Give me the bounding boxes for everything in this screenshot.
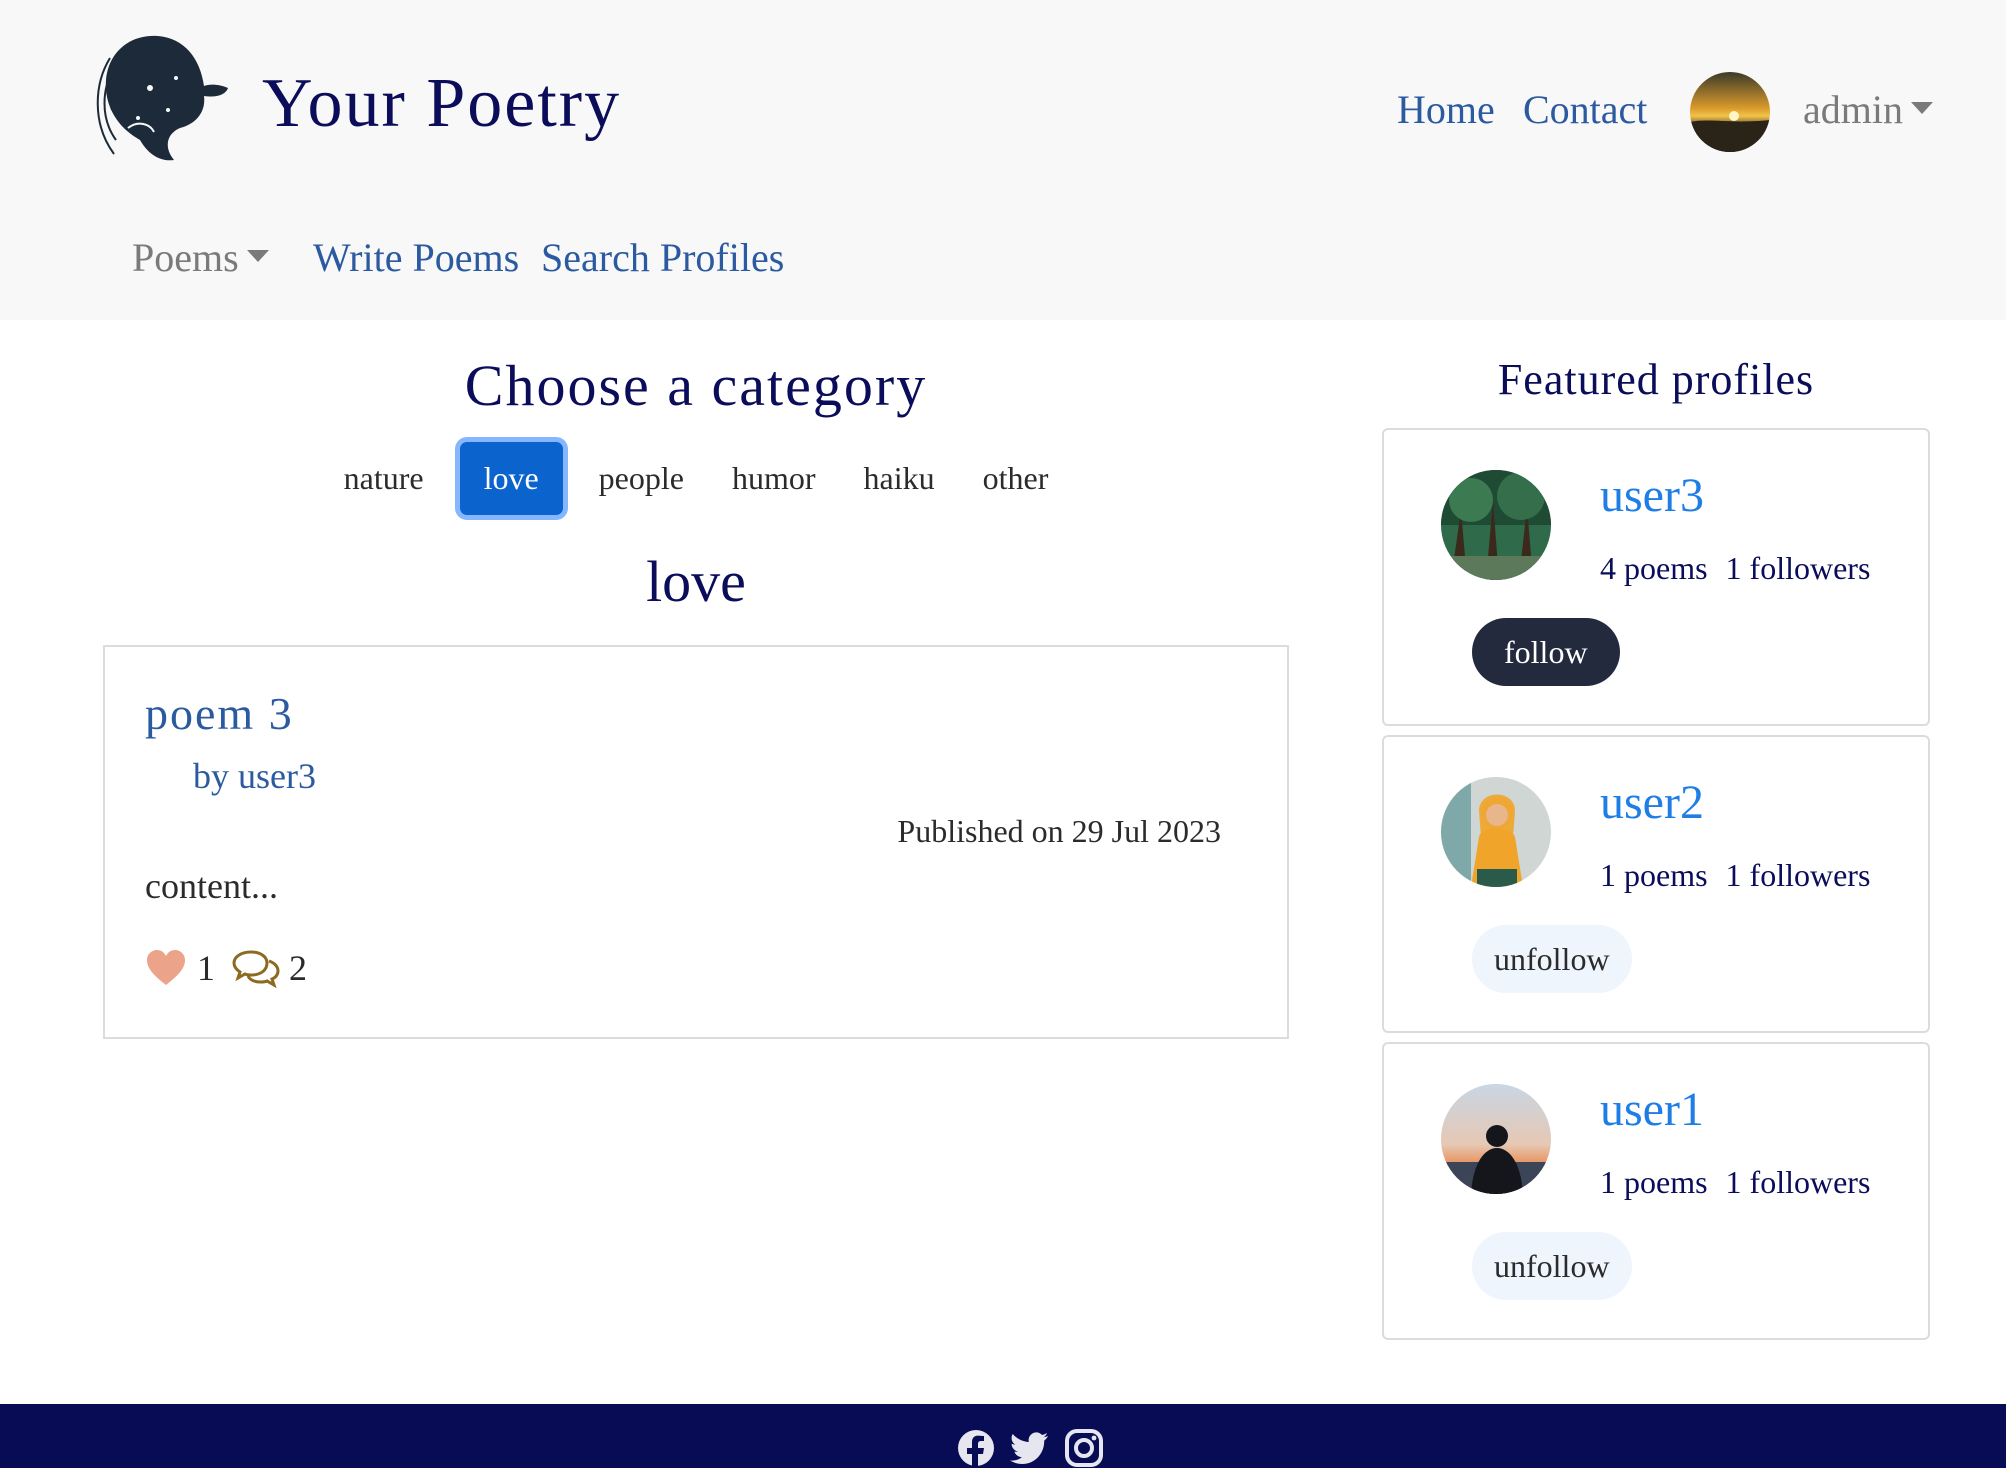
follow-button[interactable]: follow: [1472, 618, 1620, 686]
profile-stats: 4 poems 1 followers: [1600, 550, 1870, 587]
profile-poem-count: 1 poems: [1600, 1164, 1708, 1200]
profile-card: user1 1 poems 1 followers unfollow: [1382, 1042, 1930, 1340]
poem-published-date: Published on 29 Jul 2023: [897, 813, 1221, 849]
poem-stats: 1 2: [145, 947, 307, 989]
like-count: 1: [197, 948, 215, 988]
category-heading: Choose a category: [464, 353, 928, 418]
category-humor[interactable]: humor: [708, 440, 840, 517]
poem-card: poem 3 by user3 Published on 29 Jul 2023…: [103, 645, 1289, 1039]
write-poems-link[interactable]: Write Poems: [313, 234, 519, 281]
avatar-image: [1441, 470, 1551, 580]
comment-count: 2: [289, 948, 307, 988]
brand-title[interactable]: Your Poetry: [262, 64, 621, 144]
profile-card: user2 1 poems 1 followers unfollow: [1382, 735, 1930, 1033]
profile-card: user3 4 poems 1 followers follow: [1382, 428, 1930, 726]
poems-dropdown-label: Poems: [132, 235, 239, 280]
footer: [0, 1404, 2006, 1468]
current-category-title: love: [646, 549, 746, 614]
poem-content: content...: [145, 866, 278, 906]
chevron-down-icon: [246, 249, 269, 262]
category-haiku[interactable]: haiku: [840, 440, 959, 517]
chevron-down-icon: [1910, 101, 1933, 114]
comments-icon[interactable]: [231, 948, 281, 988]
unfollow-button[interactable]: unfollow: [1472, 1232, 1632, 1300]
profile-stats: 1 poems 1 followers: [1600, 857, 1870, 894]
poem-author[interactable]: by user3: [193, 755, 316, 797]
avatar-image: [1441, 777, 1551, 887]
profile-follower-count: 1 followers: [1725, 857, 1871, 893]
profile-avatar[interactable]: [1441, 470, 1551, 580]
nav-contact-link[interactable]: Contact: [1523, 86, 1647, 133]
profile-poem-count: 4 poems: [1600, 550, 1708, 586]
profile-name[interactable]: user1: [1600, 1082, 1704, 1137]
profile-follower-count: 1 followers: [1725, 550, 1871, 586]
nav-home-link[interactable]: Home: [1397, 86, 1495, 133]
profile-poem-count: 1 poems: [1600, 857, 1708, 893]
unfollow-button[interactable]: unfollow: [1472, 925, 1632, 993]
user-menu-label: admin: [1803, 87, 1903, 132]
search-profiles-link[interactable]: Search Profiles: [541, 234, 784, 281]
facebook-icon[interactable]: [956, 1428, 996, 1468]
category-list: nature love people humor haiku other: [0, 440, 1392, 517]
avatar-image: [1690, 72, 1770, 152]
category-love[interactable]: love: [459, 442, 563, 515]
profile-avatar[interactable]: [1441, 1084, 1551, 1194]
twitter-icon[interactable]: [1010, 1428, 1050, 1468]
logo-icon[interactable]: [88, 28, 230, 166]
category-people[interactable]: people: [575, 440, 708, 517]
header: Your Poetry Home Contact admin Poems Wri…: [0, 0, 2006, 320]
poem-title[interactable]: poem 3: [145, 687, 294, 740]
admin-avatar[interactable]: [1690, 72, 1770, 152]
profile-follower-count: 1 followers: [1725, 1164, 1871, 1200]
profile-avatar[interactable]: [1441, 777, 1551, 887]
avatar-image: [1441, 1084, 1551, 1194]
category-other[interactable]: other: [959, 440, 1073, 517]
profile-name[interactable]: user2: [1600, 775, 1704, 830]
user-menu-dropdown[interactable]: admin: [1803, 86, 1933, 133]
profile-stats: 1 poems 1 followers: [1600, 1164, 1870, 1201]
profile-name[interactable]: user3: [1600, 468, 1704, 523]
poems-dropdown[interactable]: Poems: [132, 234, 269, 281]
category-nature[interactable]: nature: [320, 440, 448, 517]
instagram-icon[interactable]: [1064, 1428, 1104, 1468]
featured-heading: Featured profiles: [1497, 355, 1815, 404]
heart-icon[interactable]: [145, 949, 187, 987]
